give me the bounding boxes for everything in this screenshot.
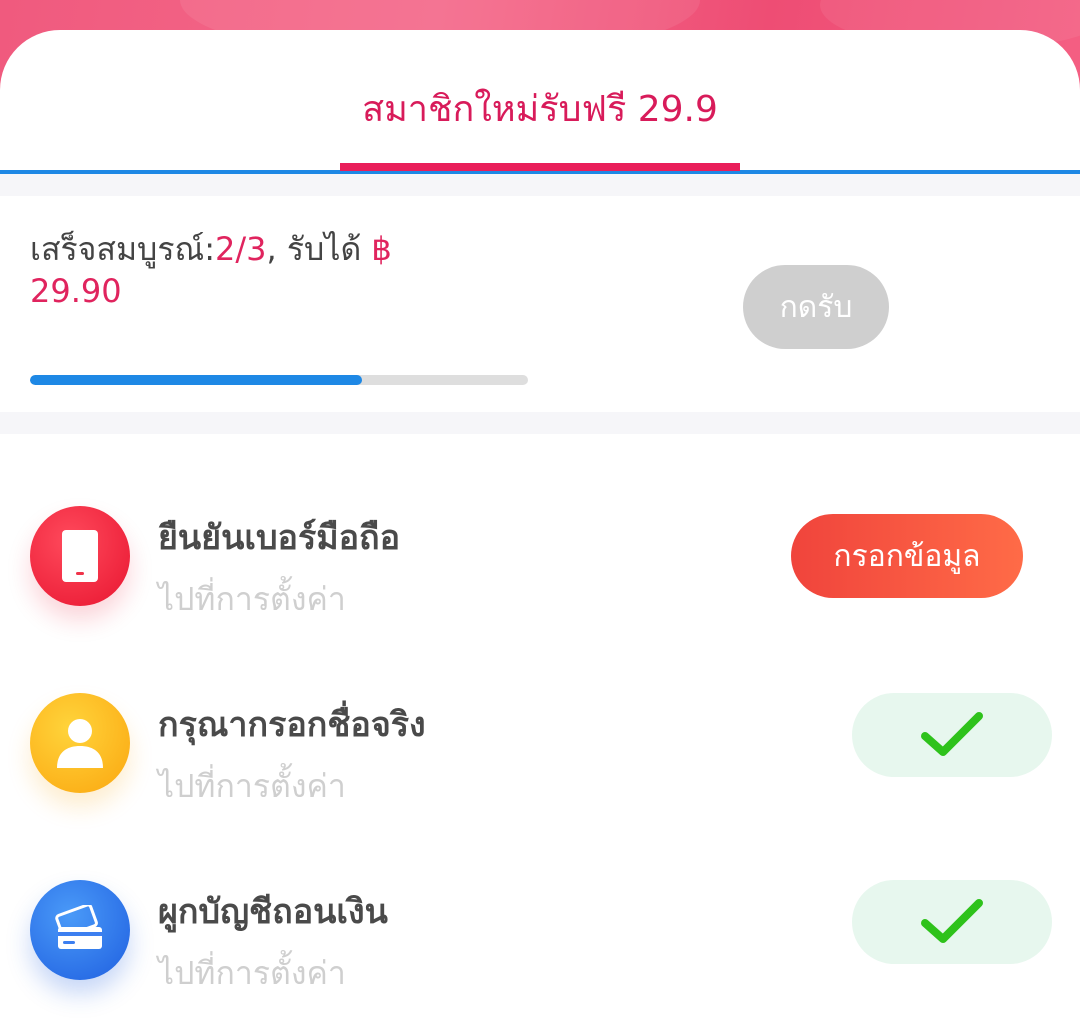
currency-symbol: ฿ [371,230,392,268]
progress-prefix: เสร็จสมบูรณ์: [30,230,215,268]
completed-badge [852,693,1052,777]
task-item-bind-withdraw-account: ผูกบัญชีถอนเงิน ไปที่การตั้งค่า [0,880,1080,1030]
task-item-real-name: กรุณากรอกชื่อจริง ไปที่การตั้งค่า [0,693,1080,843]
task-subtitle: ไปที่การตั้งค่า [158,580,346,618]
completed-badge [852,880,1052,964]
section-divider [0,174,1080,196]
tab-bar: สมาชิกใหม่รับฟรี 29.9 [0,30,1080,174]
task-item-verify-phone: ยืนยันเบอร์มือถือ ไปที่การตั้งค่า กรอกข้… [0,506,1080,656]
bank-card-icon [30,880,130,980]
section-divider [0,412,1080,434]
progress-bar-fill [30,375,363,385]
reward-amount: 29.90 [30,272,122,310]
task-subtitle: ไปที่การตั้งค่า [158,767,346,805]
phone-icon [30,506,130,606]
check-icon [921,899,983,943]
progress-summary: เสร็จสมบูรณ์:2/3, รับได้ ฿ 29.90 [30,228,500,312]
task-title: กรุณากรอกชื่อจริง [158,705,426,745]
claim-button[interactable]: กดรับ [743,265,889,349]
fill-info-button[interactable]: กรอกข้อมูล [791,514,1023,598]
tab-active-indicator [340,163,740,171]
user-icon [30,693,130,793]
tab-new-member[interactable]: สมาชิกใหม่รับฟรี 29.9 [0,80,1080,137]
progress-bar [30,375,528,385]
task-subtitle: ไปที่การตั้งค่า [158,954,346,992]
progress-count: 2/3 [215,230,267,268]
progress-middle: , รับได้ [266,230,372,268]
tasks-card: สมาชิกใหม่รับฟรี 29.9 เสร็จสมบูรณ์:2/3, … [0,30,1080,1027]
task-title: ผูกบัญชีถอนเงิน [158,892,388,932]
check-icon [921,712,983,756]
task-title: ยืนยันเบอร์มือถือ [158,518,401,558]
progress-section: เสร็จสมบูรณ์:2/3, รับได้ ฿ 29.90 กดรับ [0,196,1080,412]
